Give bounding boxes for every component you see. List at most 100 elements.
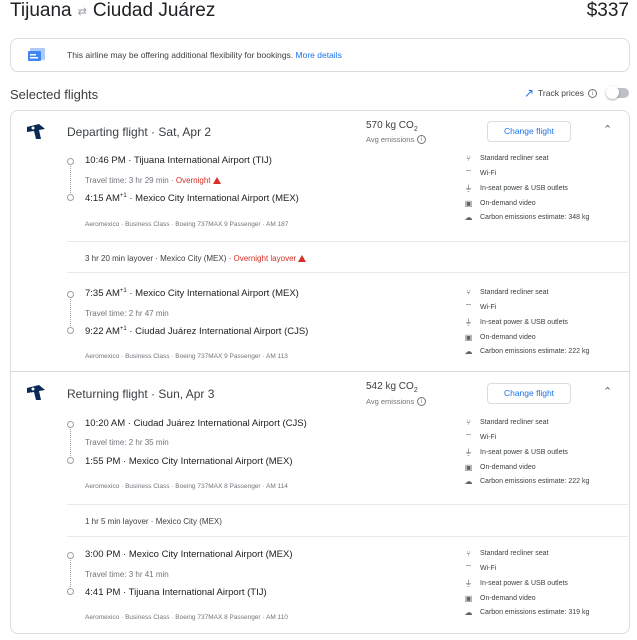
banner-message: This airline may be offering additional … <box>67 50 342 60</box>
amenity-co2: ☁ Carbon emissions estimate: 222 kg <box>464 477 590 486</box>
divider <box>67 504 630 505</box>
amenity-seat: ⑂ Standard recliner seat <box>464 418 589 427</box>
warning-icon <box>298 255 307 262</box>
amenity-power: ⏚ In-seat power & USB outlets <box>464 579 568 588</box>
segment-departure: 3:00 PM · Mexico City International Airp… <box>85 549 293 560</box>
wifi-icon: ⌔ <box>464 302 473 311</box>
wifi-icon: ⌔ <box>464 432 473 441</box>
track-prices[interactable]: ↗ Track prices i <box>524 86 629 100</box>
amenity-co2: ☁ Carbon emissions estimate: 319 kg <box>464 608 590 617</box>
swap-arrows-icon: ⇄ <box>77 5 87 18</box>
departing-avg-emissions: Avg emissions i <box>366 135 427 144</box>
amenity-video: ▣ On-demand video <box>464 594 536 603</box>
arrival-dot <box>67 588 74 595</box>
segment-travel-time: Travel time: 2 hr 47 min <box>85 309 169 318</box>
returning-heading: Returning flight · Sun, Apr 3 <box>67 387 215 401</box>
power-plug-icon: ⏚ <box>464 579 473 588</box>
trend-icon: ↗ <box>523 86 535 100</box>
segment-arrival: 9:22 AM+1 · Ciudad Juárez International … <box>85 326 309 338</box>
departure-dot <box>67 421 74 428</box>
amenity-wifi: ⌔ Wi-Fi <box>464 432 497 441</box>
info-icon[interactable]: i <box>417 135 427 144</box>
chevron-up-icon[interactable]: ⌃ <box>603 385 612 398</box>
divider <box>67 241 630 242</box>
departing-flight-card: Departing flight · Sat, Apr 2 570 kg CO2… <box>10 110 630 372</box>
info-icon[interactable]: i <box>417 397 427 406</box>
more-details-link[interactable]: More details <box>296 50 342 60</box>
co2-icon: ☁ <box>464 213 473 222</box>
amenity-co2: ☁ Carbon emissions estimate: 222 kg <box>464 347 590 356</box>
returning-co2: 542 kg CO2 <box>366 381 418 394</box>
layover-info: 3 hr 20 min layover · Mexico City (MEX) … <box>85 254 307 263</box>
total-price: $337 <box>586 0 629 21</box>
segment-arrival: 4:41 PM · Tijuana International Airport … <box>85 587 267 598</box>
segment-arrival: 4:15 AM+1 · Mexico City International Ai… <box>85 193 299 205</box>
aeromexico-logo-icon <box>27 385 45 400</box>
amenity-wifi: ⌔ Wi-Fi <box>464 168 497 177</box>
co2-icon: ☁ <box>464 347 473 356</box>
track-prices-toggle[interactable] <box>606 86 629 99</box>
destination-city: Ciudad Juárez <box>92 0 216 21</box>
amenity-seat: ⑂ Standard recliner seat <box>464 288 589 297</box>
segment-departure: 10:20 AM · Ciudad Juárez International A… <box>85 418 307 429</box>
amenity-video: ▣ On-demand video <box>464 333 536 342</box>
wifi-icon: ⌔ <box>464 563 473 572</box>
video-icon: ▣ <box>464 594 473 603</box>
aeromexico-logo-icon <box>27 124 45 139</box>
segment-departure: 7:35 AM+1 · Mexico City International Ai… <box>85 288 299 300</box>
route-title: Tijuana ⇄ Ciudad Juárez <box>10 0 215 22</box>
change-flight-button[interactable]: Change flight <box>487 383 571 404</box>
amenity-power: ⏚ In-seat power & USB outlets <box>464 184 568 193</box>
chevron-up-icon[interactable]: ⌃ <box>603 123 612 136</box>
selected-flights-heading: Selected flights <box>10 87 99 102</box>
amenities-list: ⑂ Standard recliner seat ⌔ Wi-Fi ⏚ In-seat … <box>464 549 590 617</box>
arrival-dot <box>67 457 74 464</box>
seat-icon: ⑂ <box>466 418 471 427</box>
warning-icon <box>212 177 221 184</box>
origin-city: Tijuana <box>10 0 72 21</box>
change-flight-button[interactable]: Change flight <box>487 121 571 142</box>
seat-icon: ⑂ <box>466 288 471 297</box>
amenity-seat: ⑂ Standard recliner seat <box>464 549 589 558</box>
route-dotted-line <box>70 166 71 193</box>
co2-icon: ☁ <box>464 608 473 617</box>
video-icon: ▣ <box>464 199 473 208</box>
amenity-wifi: ⌔ Wi-Fi <box>464 563 497 572</box>
power-plug-icon: ⏚ <box>464 448 473 457</box>
route-dotted-line <box>70 299 71 326</box>
returning-flight-card: Returning flight · Sun, Apr 3 542 kg CO2… <box>10 372 630 634</box>
flexibility-banner: This airline may be offering additional … <box>10 38 630 72</box>
layover-info: 1 hr 5 min layover · Mexico City (MEX) <box>85 517 222 526</box>
route-dotted-line <box>70 560 71 587</box>
departure-dot <box>67 552 74 559</box>
wifi-icon: ⌔ <box>464 168 473 177</box>
segment-departure: 10:46 PM · Tijuana International Airport… <box>85 155 272 166</box>
amenity-co2: ☁ Carbon emissions estimate: 348 kg <box>464 213 590 222</box>
returning-avg-emissions: Avg emissions i <box>366 397 427 406</box>
segment-arrival: 1:55 PM · Mexico City International Airp… <box>85 456 293 467</box>
power-plug-icon: ⏚ <box>464 318 473 327</box>
departure-dot <box>67 158 74 165</box>
departing-heading: Departing flight · Sat, Apr 2 <box>67 125 212 139</box>
divider <box>67 272 630 273</box>
segment-travel-time: Travel time: 3 hr 29 min · Overnight <box>85 176 221 185</box>
segment-travel-time: Travel time: 3 hr 41 min <box>85 570 169 579</box>
arrival-dot <box>67 327 74 334</box>
segment-details: Aeromexico · Business Class · Boeing 737… <box>85 353 288 360</box>
video-icon: ▣ <box>464 333 473 342</box>
info-icon[interactable]: i <box>588 88 597 98</box>
power-plug-icon: ⏚ <box>464 184 473 193</box>
seat-icon: ⑂ <box>466 549 471 558</box>
amenities-list: ⑂ Standard recliner seat ⌔ Wi-Fi ⏚ In-seat … <box>464 418 590 486</box>
departing-co2: 570 kg CO2 <box>366 120 418 133</box>
seat-icon: ⑂ <box>466 154 471 163</box>
track-prices-label: Track prices <box>538 88 584 98</box>
amenities-list: ⑂ Standard recliner seat ⌔ Wi-Fi ⏚ In-seat … <box>464 154 590 222</box>
amenities-list: ⑂ Standard recliner seat ⌔ Wi-Fi ⏚ In-seat … <box>464 288 590 356</box>
divider <box>67 536 630 537</box>
route-dotted-line <box>70 429 71 456</box>
segment-details: Aeromexico · Business Class · Boeing 737… <box>85 221 289 228</box>
co2-icon: ☁ <box>464 477 473 486</box>
amenity-wifi: ⌔ Wi-Fi <box>464 302 497 311</box>
amenity-power: ⏚ In-seat power & USB outlets <box>464 318 568 327</box>
